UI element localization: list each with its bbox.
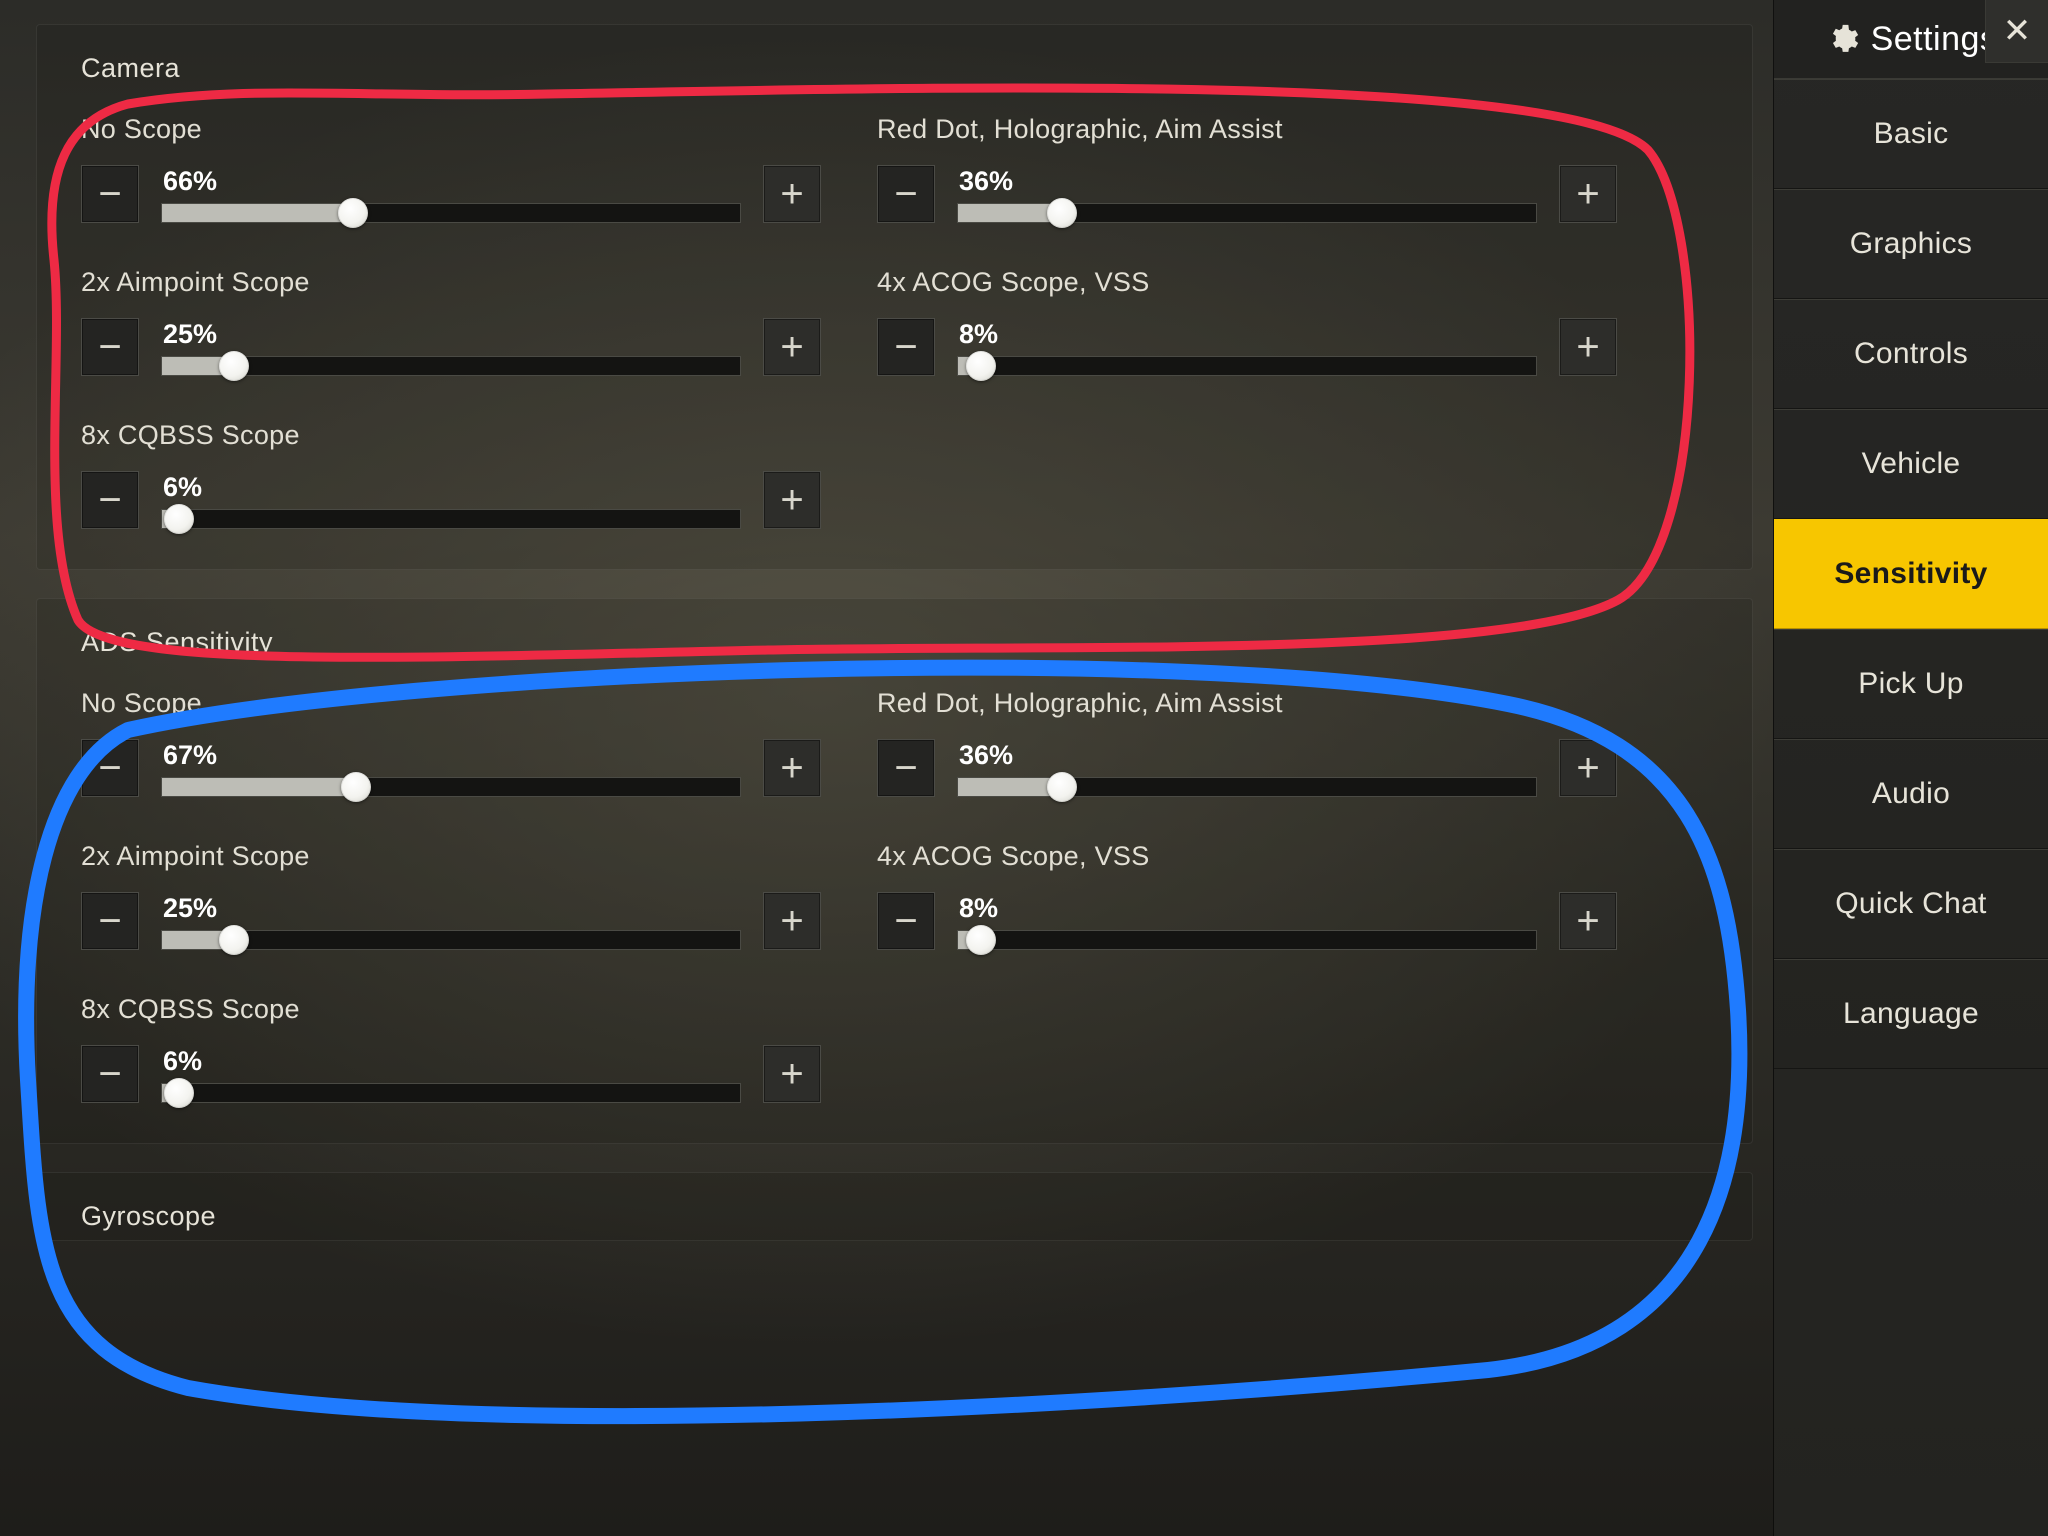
slider-label: 8x CQBSS Scope	[81, 994, 821, 1025]
gear-icon	[1825, 22, 1859, 56]
slider-track[interactable]: 6%	[161, 1039, 741, 1103]
minus-button[interactable]: −	[81, 471, 139, 529]
minus-button[interactable]: −	[877, 739, 935, 797]
slider-track[interactable]: 25%	[161, 886, 741, 950]
ads-title: ADS Sensitivity	[81, 627, 1712, 658]
slider-2x-scope: 2x Aimpoint Scope − 25% +	[81, 841, 821, 950]
tab-audio[interactable]: Audio	[1774, 739, 2048, 849]
slider-4x-scope: 4x ACOG Scope, VSS − 8% +	[877, 267, 1617, 376]
tab-vehicle[interactable]: Vehicle	[1774, 409, 2048, 519]
gyroscope-title: Gyroscope	[81, 1201, 1712, 1232]
plus-button[interactable]: +	[1559, 739, 1617, 797]
plus-button[interactable]: +	[1559, 318, 1617, 376]
slider-8x-scope: 8x CQBSS Scope − 6% +	[81, 994, 821, 1103]
slider-track[interactable]: 6%	[161, 465, 741, 529]
slider-label: Red Dot, Holographic, Aim Assist	[877, 688, 1617, 719]
slider-value: 6%	[163, 1046, 741, 1077]
plus-button[interactable]: +	[1559, 892, 1617, 950]
minus-button[interactable]: −	[877, 165, 935, 223]
slider-8x-scope: 8x CQBSS Scope − 6% +	[81, 420, 821, 529]
slider-no-scope: No Scope − 67% +	[81, 688, 821, 797]
plus-button[interactable]: +	[1559, 165, 1617, 223]
minus-button[interactable]: −	[81, 892, 139, 950]
plus-button[interactable]: +	[763, 1045, 821, 1103]
slider-value: 36%	[959, 740, 1537, 771]
tab-controls[interactable]: Controls	[1774, 299, 2048, 409]
slider-value: 6%	[163, 472, 741, 503]
slider-track[interactable]: 66%	[161, 159, 741, 223]
slider-label: Red Dot, Holographic, Aim Assist	[877, 114, 1617, 145]
slider-label: 4x ACOG Scope, VSS	[877, 841, 1617, 872]
minus-button[interactable]: −	[81, 318, 139, 376]
slider-value: 8%	[959, 893, 1537, 924]
tab-basic[interactable]: Basic	[1774, 79, 2048, 189]
tab-label: Controls	[1854, 337, 1968, 371]
tab-label: Pick Up	[1858, 667, 1963, 701]
camera-rows: No Scope − 66% + Red Dot, Holographic, A…	[81, 114, 1712, 529]
slider-value: 25%	[163, 319, 741, 350]
close-icon: ✕	[2003, 11, 2032, 51]
slider-red-dot: Red Dot, Holographic, Aim Assist − 36% +	[877, 114, 1617, 223]
tab-graphics[interactable]: Graphics	[1774, 189, 2048, 299]
settings-sidebar: Settings ✕ Basic Graphics Controls Vehic…	[1773, 0, 2048, 1536]
ads-panel: ADS Sensitivity No Scope − 67% + Red Dot	[36, 598, 1753, 1144]
plus-button[interactable]: +	[763, 739, 821, 797]
minus-button[interactable]: −	[81, 165, 139, 223]
slider-label: 2x Aimpoint Scope	[81, 267, 821, 298]
minus-button[interactable]: −	[877, 892, 935, 950]
minus-button[interactable]: −	[81, 739, 139, 797]
slider-track[interactable]: 67%	[161, 733, 741, 797]
tab-label: Graphics	[1850, 227, 1972, 261]
slider-track[interactable]: 36%	[957, 733, 1537, 797]
slider-track[interactable]: 36%	[957, 159, 1537, 223]
slider-2x-scope: 2x Aimpoint Scope − 25% +	[81, 267, 821, 376]
camera-panel: Camera No Scope − 66% +	[36, 24, 1753, 570]
plus-button[interactable]: +	[763, 892, 821, 950]
slider-no-scope: No Scope − 66% +	[81, 114, 821, 223]
slider-value: 66%	[163, 166, 741, 197]
tab-pick-up[interactable]: Pick Up	[1774, 629, 2048, 739]
close-button[interactable]: ✕	[1985, 0, 2048, 63]
tab-label: Basic	[1874, 117, 1949, 151]
minus-button[interactable]: −	[81, 1045, 139, 1103]
slider-track[interactable]: 8%	[957, 886, 1537, 950]
tab-sensitivity[interactable]: Sensitivity	[1774, 519, 2048, 629]
tab-label: Quick Chat	[1835, 887, 1986, 921]
gyroscope-panel: Gyroscope	[36, 1172, 1753, 1241]
tab-language[interactable]: Language	[1774, 959, 2048, 1069]
slider-label: 4x ACOG Scope, VSS	[877, 267, 1617, 298]
sidebar-title: Settings	[1871, 20, 1998, 59]
slider-track[interactable]: 25%	[161, 312, 741, 376]
sidebar-header: Settings ✕	[1774, 0, 2048, 79]
camera-title: Camera	[81, 53, 1712, 84]
slider-track[interactable]: 8%	[957, 312, 1537, 376]
ads-rows: No Scope − 67% + Red Dot, Holographic, A…	[81, 688, 1712, 1103]
plus-button[interactable]: +	[763, 165, 821, 223]
slider-label: 2x Aimpoint Scope	[81, 841, 821, 872]
slider-value: 8%	[959, 319, 1537, 350]
settings-main: Camera No Scope − 66% +	[0, 0, 1773, 1536]
tab-label: Language	[1843, 997, 1979, 1031]
slider-label: No Scope	[81, 114, 821, 145]
minus-button[interactable]: −	[877, 318, 935, 376]
tab-label: Sensitivity	[1834, 557, 1987, 591]
tab-quick-chat[interactable]: Quick Chat	[1774, 849, 2048, 959]
slider-label: No Scope	[81, 688, 821, 719]
slider-value: 25%	[163, 893, 741, 924]
slider-value: 67%	[163, 740, 741, 771]
plus-button[interactable]: +	[763, 318, 821, 376]
slider-value: 36%	[959, 166, 1537, 197]
slider-red-dot: Red Dot, Holographic, Aim Assist − 36% +	[877, 688, 1617, 797]
plus-button[interactable]: +	[763, 471, 821, 529]
slider-4x-scope: 4x ACOG Scope, VSS − 8% +	[877, 841, 1617, 950]
slider-label: 8x CQBSS Scope	[81, 420, 821, 451]
tab-label: Vehicle	[1862, 447, 1961, 481]
tab-label: Audio	[1872, 777, 1950, 811]
